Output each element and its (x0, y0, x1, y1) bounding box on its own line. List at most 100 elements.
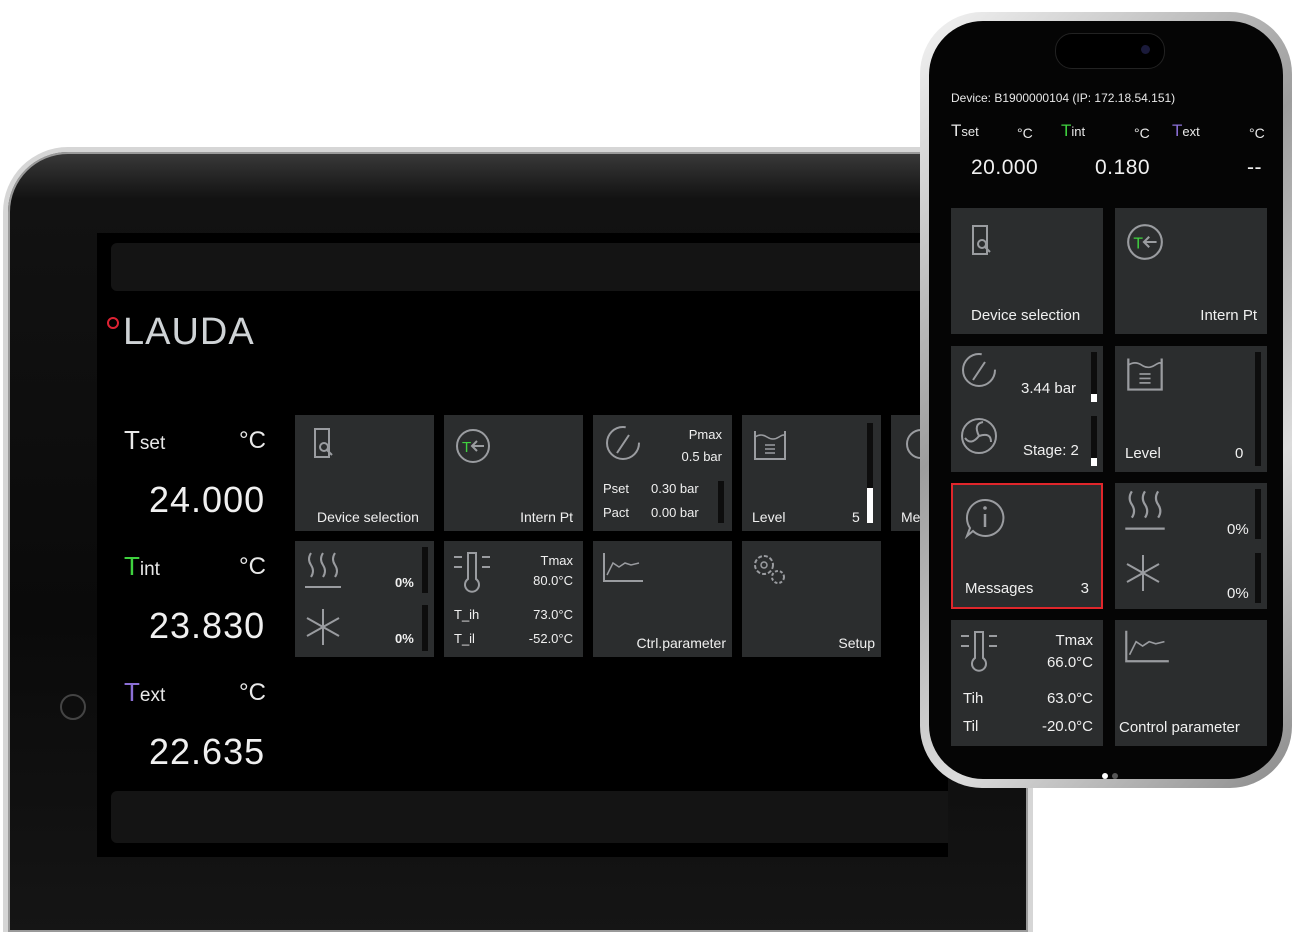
p-tset-symbol: T (951, 121, 962, 140)
tile-temp-limits[interactable]: Tmax 80.0°C T_ih 73.0°C T_il -52.0°C (444, 541, 583, 657)
p-cool-pct: 0% (1227, 585, 1249, 602)
page-dot-active[interactable] (1102, 773, 1108, 779)
tile-heat-cool[interactable]: 0% 0% (295, 541, 434, 657)
heat-bar (422, 547, 428, 593)
phone-screen: Device: B1900000104 (IP: 172.18.54.151) … (929, 21, 1283, 779)
tablet-bottom-bar (111, 791, 948, 843)
p-tset-unit: °C (1017, 125, 1033, 141)
camera-icon (1141, 45, 1150, 54)
p-tile-control-parameter[interactable]: Control parameter (1115, 620, 1267, 746)
level-tank-icon (754, 431, 786, 460)
tih-value: 73.0°C (533, 607, 573, 622)
tile-device-selection[interactable]: Device selection (295, 415, 434, 531)
til-value: -52.0°C (528, 631, 573, 646)
p-tile-level-label: Level (1125, 445, 1161, 462)
tset-sub: set (139, 433, 166, 454)
p-pressure-value: 3.44 bar (1021, 380, 1077, 397)
control-curve-icon (1125, 630, 1169, 663)
tile-level-value: 5 (852, 509, 860, 525)
tint-value: 23.830 (149, 605, 266, 646)
p-tset-sub: set (961, 124, 979, 139)
p-tile-device-selection-label: Device selection (971, 307, 1081, 324)
p-tint-unit: °C (1134, 125, 1150, 141)
level-bar-fill (867, 488, 873, 523)
text-label: Text (124, 677, 165, 708)
p-tile-intern-pt[interactable]: T Intern Pt (1115, 208, 1267, 334)
device-search-icon (314, 428, 333, 458)
p-pressure-bar (1091, 352, 1097, 402)
tmax-label: Tmax (540, 553, 574, 568)
pmax-label: Pmax (688, 427, 722, 442)
tile-ctrl-parameter[interactable]: Ctrl.parameter (593, 541, 732, 657)
p-tile-intern-pt-label: Intern Pt (1200, 307, 1257, 324)
p-tile-device-selection[interactable]: Device selection (951, 208, 1103, 334)
tint-label: Tint (124, 551, 160, 582)
thermometer-icon (961, 631, 997, 672)
pmax-value: 0.5 bar (681, 449, 722, 464)
p-tile-temp-limits[interactable]: Tmax 66.0°C Tih 63.0°C Til -20.0°C (951, 620, 1103, 746)
p-control-parameter-label: Control parameter (1119, 719, 1240, 736)
text-unit: °C (239, 679, 266, 706)
pressure-gauge-icon (606, 426, 640, 460)
svg-text:T: T (1133, 235, 1143, 252)
p-messages-label: Messages (965, 580, 1034, 597)
thermometer-icon (454, 552, 490, 593)
pact-label: Pact (603, 505, 630, 520)
pump-fan-icon (961, 418, 997, 454)
p-tile-level-value: 0 (1235, 445, 1244, 462)
tile-intern-pt-label: Intern Pt (520, 509, 573, 525)
tint-symbol: T (124, 551, 140, 581)
tset-label: Tset (124, 425, 165, 456)
p-tint-value: 0.180 (1095, 156, 1151, 179)
tset-unit: °C (239, 427, 266, 454)
tile-setup-label: Setup (838, 635, 875, 651)
tile-level[interactable]: Level 5 (742, 415, 881, 531)
tile-pressure[interactable]: Pmax 0.5 bar Pset 0.30 bar Pact 0.00 bar (593, 415, 732, 531)
logo-dot-icon (107, 317, 119, 329)
tablet-screen: LAUDA Tset °C 24.000 Tint °C 23.830 Text… (97, 233, 948, 857)
p-tint-symbol: T (1061, 121, 1072, 140)
device-search-icon (972, 225, 991, 255)
p-tile-pump[interactable]: 3.44 bar Stage: 2 (951, 346, 1103, 472)
info-bubble-icon (964, 498, 1005, 539)
brand-logo: LAUDA (123, 311, 255, 353)
p-cool-bar (1255, 553, 1261, 603)
phone-device: Device: B1900000104 (IP: 172.18.54.151) … (920, 12, 1292, 788)
p-text-value: -- (1247, 156, 1262, 179)
dynamic-island (1055, 33, 1165, 69)
p-text-label: Text (1172, 121, 1200, 141)
snowflake-icon (1126, 555, 1160, 591)
gears-icon (754, 555, 785, 584)
p-tmax-label: Tmax (1055, 632, 1094, 649)
text-value: 22.635 (149, 731, 266, 772)
tint-sub: int (139, 559, 160, 580)
page-dot[interactable] (1112, 773, 1118, 779)
p-tile-level[interactable]: Level 0 (1115, 346, 1267, 472)
tmax-value: 80.0°C (533, 573, 573, 588)
page-indicator[interactable] (1100, 766, 1120, 779)
tset-value: 24.000 (149, 479, 266, 520)
level-tank-icon (1127, 358, 1163, 391)
p-tint-sub: int (1071, 124, 1086, 139)
tint-unit: °C (239, 553, 266, 580)
p-level-bar (1255, 352, 1261, 466)
tile-intern-pt[interactable]: T Intern Pt (444, 415, 583, 531)
tile-setup[interactable]: Setup (742, 541, 881, 657)
p-text-symbol: T (1172, 121, 1183, 140)
pset-value: 0.30 bar (651, 481, 699, 496)
pset-label: Pset (603, 481, 630, 496)
p-tih-label: Tih (963, 690, 984, 707)
p-heat-bar (1255, 489, 1261, 539)
p-tile-heat-cool[interactable]: 0% 0% (1115, 483, 1267, 609)
control-curve-icon (603, 553, 643, 582)
level-bar (867, 423, 873, 523)
tile-level-label: Level (752, 509, 786, 525)
pressure-gauge-icon (962, 353, 996, 387)
intern-pt-icon: T (456, 429, 490, 463)
til-label: T_il (454, 631, 475, 646)
p-text-unit: °C (1249, 125, 1265, 141)
p-tile-messages[interactable]: Messages 3 (951, 483, 1103, 609)
tih-label: T_ih (454, 607, 480, 622)
device-info: Device: B1900000104 (IP: 172.18.54.151) (951, 91, 1176, 105)
p-stage-bar-fill (1091, 458, 1097, 466)
